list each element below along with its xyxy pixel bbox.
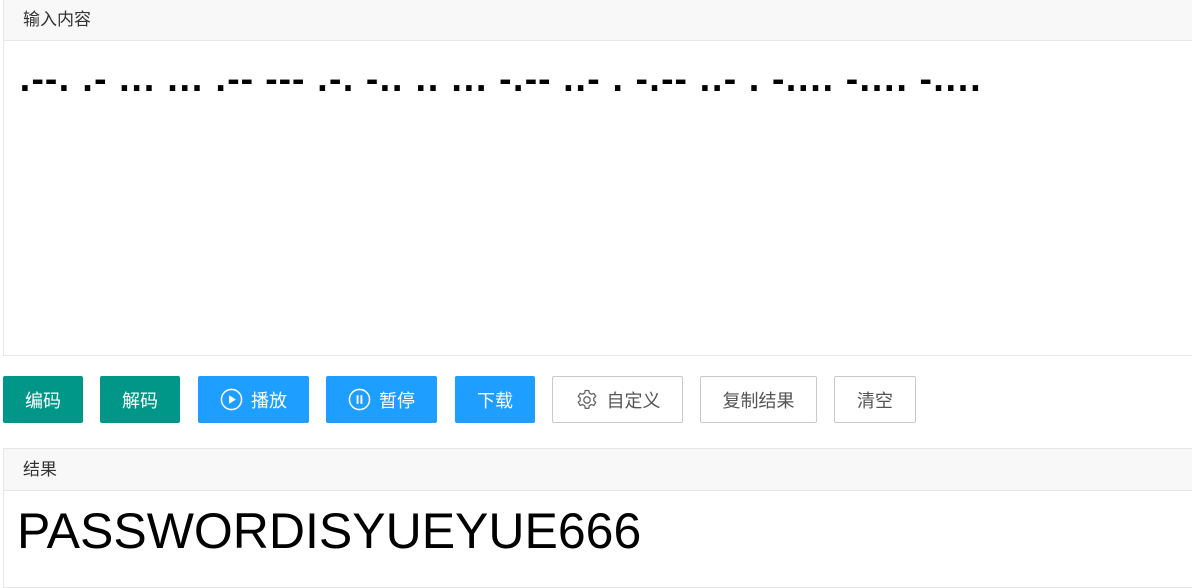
encode-button-label: 编码	[25, 390, 61, 412]
download-button[interactable]: 下载	[455, 376, 535, 423]
play-button[interactable]: 播放	[198, 376, 309, 423]
input-panel: 输入内容 .--. .- ... ... .-- --- .-. -.. .. …	[3, 0, 1192, 356]
custom-button[interactable]: 自定义	[552, 376, 683, 423]
decode-button[interactable]: 解码	[100, 376, 180, 423]
toolbar: 编码 解码 播放 暂停 下载 自定义 复制结果 清空	[3, 376, 1003, 423]
pause-circle-icon	[348, 388, 371, 411]
input-panel-header: 输入内容	[4, 0, 1192, 41]
decode-button-label: 解码	[122, 390, 158, 412]
result-panel: 结果 PASSWORDISYUEYUE666	[3, 448, 1192, 588]
result-output: PASSWORDISYUEYUE666	[17, 503, 642, 559]
pause-button[interactable]: 暂停	[326, 376, 437, 423]
copy-result-button[interactable]: 复制结果	[700, 376, 817, 423]
play-circle-icon	[220, 388, 243, 411]
clear-button-label: 清空	[857, 390, 893, 412]
gear-icon	[575, 388, 599, 412]
download-button-label: 下载	[477, 390, 513, 412]
encode-button[interactable]: 编码	[3, 376, 83, 423]
input-textarea[interactable]: .--. .- ... ... .-- --- .-. -.. .. ... -…	[4, 41, 1192, 354]
copy-result-button-label: 复制结果	[722, 390, 795, 412]
clear-button[interactable]: 清空	[834, 376, 916, 423]
result-panel-header: 结果	[4, 449, 1192, 491]
pause-button-label: 暂停	[379, 390, 415, 412]
play-button-label: 播放	[251, 390, 287, 412]
custom-button-label: 自定义	[606, 390, 661, 412]
